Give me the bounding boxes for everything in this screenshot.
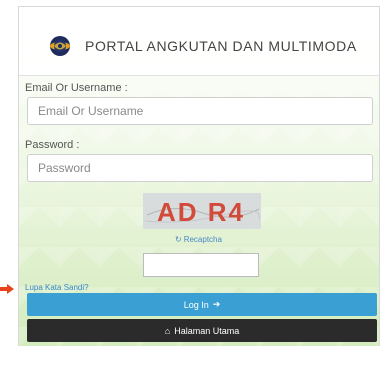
globe-logo-icon bbox=[50, 36, 70, 56]
refresh-icon: ↻ bbox=[175, 235, 182, 244]
home-icon: ⌂ bbox=[164, 325, 171, 336]
home-button[interactable]: ⌂ Halaman Utama bbox=[27, 319, 377, 342]
login-button-label: Log In bbox=[183, 299, 209, 310]
captcha-text: AD R4 bbox=[157, 197, 245, 227]
card-header: PORTAL ANGKUTAN DAN MULTIMODA bbox=[19, 7, 379, 76]
home-button-label: Halaman Utama bbox=[174, 325, 240, 336]
password-field[interactable] bbox=[27, 154, 373, 182]
email-label: Email Or Username : bbox=[25, 82, 128, 94]
recaptcha-label: Recaptcha bbox=[183, 235, 222, 244]
recaptcha-link[interactable]: ↻ Recaptcha bbox=[175, 235, 222, 244]
pointer-arrow-icon bbox=[0, 284, 14, 294]
password-label: Password : bbox=[25, 139, 80, 151]
sign-in-icon: ➔ bbox=[212, 299, 221, 309]
email-field[interactable] bbox=[27, 97, 373, 125]
captcha-input[interactable] bbox=[143, 253, 259, 277]
page-title: PORTAL ANGKUTAN DAN MULTIMODA bbox=[85, 38, 357, 54]
login-button[interactable]: Log In ➔ bbox=[27, 293, 377, 316]
forgot-password-link[interactable]: Lupa Kata Sandi? bbox=[25, 283, 89, 292]
login-card: PORTAL ANGKUTAN DAN MULTIMODA Email Or U… bbox=[18, 6, 380, 346]
captcha-image: AD R4 bbox=[143, 193, 261, 229]
